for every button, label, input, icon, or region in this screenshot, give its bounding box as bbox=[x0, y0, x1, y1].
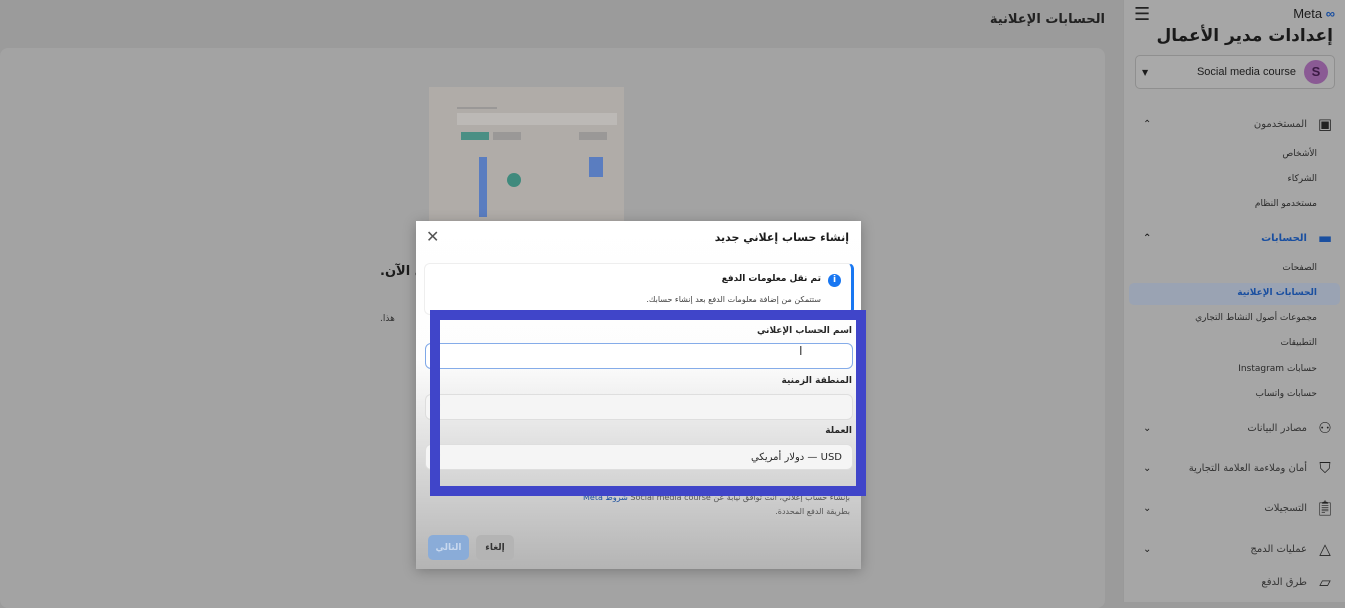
meta-terms-link[interactable]: شروط Meta bbox=[583, 493, 628, 502]
dialog-title: إنشاء حساب إعلاني جديد bbox=[714, 231, 849, 244]
caret-down-icon: ▼ bbox=[1142, 67, 1149, 77]
account-name-input[interactable] bbox=[425, 343, 853, 369]
sidebar-section-data-sources[interactable]: ⚇ مصادر البيانات ⌄ bbox=[1123, 417, 1345, 439]
data-sources-icon: ⚇ bbox=[1318, 419, 1332, 437]
chevron-down-icon: ⌄ bbox=[1143, 462, 1152, 474]
payment-notice: i تم نقل معلومات الدفع ستتمكن من إضافة م… bbox=[424, 263, 854, 315]
text-cursor-icon: I bbox=[799, 344, 803, 358]
sidebar-section-brand-safety[interactable]: ⛉ أمان وملاءمة العلامة التجارية ⌄ bbox=[1123, 457, 1345, 479]
sidebar-item-people[interactable]: الأشخاص bbox=[1282, 149, 1317, 159]
currency-select[interactable]: USD — دولار أمريكي ▼ bbox=[425, 444, 853, 470]
sidebar-section-registrations[interactable]: 📋︎ التسجيلات ⌄ bbox=[1123, 497, 1345, 519]
sidebar-item-system-users[interactable]: مستخدمو النظام bbox=[1255, 199, 1317, 209]
chevron-down-icon: ⌄ bbox=[1143, 543, 1152, 555]
timezone-select[interactable]: ▼ bbox=[425, 394, 853, 420]
currency-label: العملة bbox=[825, 426, 852, 436]
users-icon: ▣ bbox=[1317, 115, 1333, 133]
notice-body: ستتمكن من إضافة معلومات الدفع بعد إنشاء … bbox=[646, 295, 821, 304]
sidebar-item-asset-groups[interactable]: مجموعات أصول النشاط التجاري bbox=[1195, 313, 1317, 323]
sidebar-item-apps[interactable]: التطبيقات bbox=[1280, 338, 1317, 348]
info-icon: i bbox=[828, 274, 841, 287]
menu-icon[interactable]: ☰ bbox=[1134, 4, 1150, 25]
empty-state-text: هذا. bbox=[380, 314, 395, 324]
sidebar-section-accounts[interactable]: ▬ الحسابات ⌃ bbox=[1123, 227, 1345, 249]
cancel-button[interactable]: إلغاء bbox=[476, 535, 514, 560]
sidebar-item-instagram[interactable]: حسابات Instagram bbox=[1238, 364, 1317, 374]
clipboard-icon: 📋︎ bbox=[1315, 499, 1335, 517]
business-selector[interactable]: S Social media course ▼ bbox=[1135, 55, 1335, 89]
meta-logo: ∞ Meta bbox=[1293, 6, 1335, 21]
timezone-label: المنطقة الزمنية bbox=[781, 376, 852, 386]
close-icon[interactable]: ✕ bbox=[426, 227, 439, 246]
credit-card-icon: ▱ bbox=[1319, 573, 1331, 591]
business-name: Social media course bbox=[1196, 66, 1296, 78]
caret-down-icon: ▼ bbox=[434, 403, 441, 412]
next-button[interactable]: التالي bbox=[428, 535, 469, 560]
avatar: S bbox=[1304, 60, 1328, 84]
sidebar: ☰ ∞ Meta إعدادات مدير الأعمال S Social m… bbox=[1123, 0, 1345, 602]
chevron-down-icon: ⌄ bbox=[1143, 502, 1152, 514]
account-name-label: اسم الحساب الإعلاني bbox=[756, 326, 852, 336]
sidebar-item-whatsapp[interactable]: حسابات واتساب bbox=[1255, 389, 1317, 399]
sidebar-section-payment-methods[interactable]: ▱ طرق الدفع bbox=[1123, 571, 1345, 593]
chevron-up-icon: ⌃ bbox=[1143, 232, 1152, 244]
sidebar-item-ad-accounts[interactable]: الحسابات الإعلانية bbox=[1237, 288, 1317, 298]
sidebar-section-integrations[interactable]: △ عمليات الدمج ⌄ bbox=[1123, 538, 1345, 560]
terms-text: بإنشاء حساب إعلاني، أنت توافق نيابة عن S… bbox=[583, 493, 850, 516]
illustration bbox=[429, 87, 624, 227]
caret-down-icon: ▼ bbox=[434, 453, 441, 462]
sidebar-item-pages[interactable]: الصفحات bbox=[1282, 263, 1317, 273]
sidebar-section-users[interactable]: ▣ المستخدمون ⌃ bbox=[1123, 113, 1345, 135]
sidebar-item-partners[interactable]: الشركاء bbox=[1288, 174, 1318, 184]
accounts-icon: ▬ bbox=[1317, 229, 1333, 247]
page-title: الحسابات الإعلانية bbox=[989, 12, 1105, 27]
shield-icon: ⛉ bbox=[1319, 459, 1331, 477]
sidebar-title: إعدادات مدير الأعمال bbox=[1156, 26, 1334, 46]
chevron-up-icon: ⌃ bbox=[1143, 118, 1152, 130]
chevron-down-icon: ⌄ bbox=[1143, 422, 1152, 434]
notice-title: تم نقل معلومات الدفع bbox=[721, 274, 821, 284]
integrations-icon: △ bbox=[1319, 540, 1331, 558]
